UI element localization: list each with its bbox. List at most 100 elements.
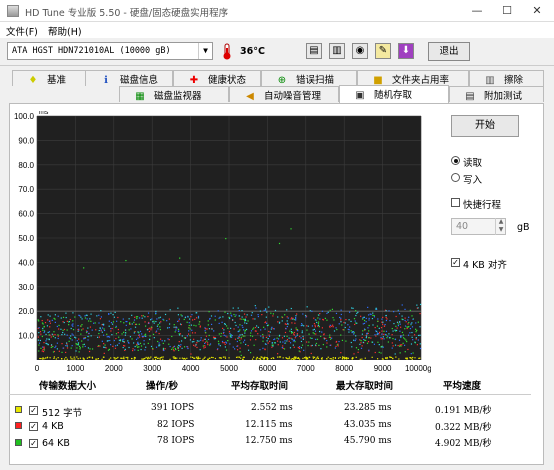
data-point (68, 340, 70, 342)
copy-screenshot-icon[interactable]: ▥ (329, 43, 345, 59)
data-point (399, 345, 401, 347)
data-point (399, 330, 401, 332)
tab-folder-usage[interactable]: ■ 文件夹占用率 (357, 70, 469, 86)
data-point (82, 328, 84, 330)
data-point (225, 238, 227, 240)
data-point (317, 323, 320, 325)
data-point (312, 356, 314, 358)
data-point (118, 339, 120, 341)
data-point (308, 333, 310, 335)
data-point (38, 327, 40, 329)
data-point (326, 312, 328, 314)
data-point (411, 358, 413, 360)
y-tick-label: 20.0 (18, 307, 34, 316)
data-point (77, 344, 79, 346)
exit-button[interactable]: 退出 (428, 42, 470, 61)
menu-help[interactable]: 帮助(H) (48, 24, 82, 38)
data-point (302, 335, 304, 337)
data-point (266, 322, 268, 324)
data-point (335, 312, 338, 315)
row-checkbox[interactable]: ✓ (29, 422, 38, 431)
data-point (236, 340, 238, 343)
data-point (258, 357, 260, 360)
align-4kb-checkbox[interactable]: ✓ (451, 258, 460, 267)
data-point (43, 331, 45, 334)
data-point (207, 342, 209, 344)
tab-error-scan[interactable]: ⊕ 错误扫描 (261, 70, 357, 86)
write-radio[interactable] (451, 173, 460, 182)
data-point (290, 328, 292, 330)
data-point (254, 318, 256, 320)
tab-disk-info[interactable]: ℹ 磁盘信息 (85, 70, 173, 86)
data-point (202, 345, 204, 347)
data-point (318, 344, 320, 346)
data-point (292, 333, 295, 335)
save-icon[interactable]: ⬇ (398, 43, 414, 59)
data-point (302, 337, 305, 339)
data-point (37, 339, 39, 341)
options-icon[interactable]: ✎ (375, 43, 391, 59)
copy-info-icon[interactable]: ▤ (306, 43, 322, 59)
data-point (70, 356, 72, 358)
data-point (157, 324, 159, 326)
data-point (43, 342, 45, 344)
data-point (88, 332, 90, 335)
data-point (48, 334, 50, 336)
header-avg-time: 平均存取时间 (231, 381, 289, 392)
start-button[interactable]: 开始 (451, 115, 519, 137)
size-spinner[interactable]: ▲ ▼ (495, 218, 506, 235)
data-point (281, 316, 283, 318)
data-point (110, 357, 112, 359)
minimize-button[interactable]: — (462, 3, 492, 19)
read-radio[interactable] (451, 156, 460, 165)
row-checkbox[interactable]: ✓ (29, 406, 38, 415)
data-point (355, 335, 357, 337)
data-point (135, 338, 138, 340)
data-point (69, 318, 71, 321)
drive-select[interactable]: ATA HGST HDN721010AL (10000 gB) ▼ (7, 42, 213, 60)
header-ops: 操作/秒 (146, 381, 178, 392)
tab-aam[interactable]: ◀ 自动噪音管理 (229, 86, 339, 102)
maximize-button[interactable]: ☐ (492, 3, 522, 19)
tab-extra-tests[interactable]: ▤ 附加测试 (449, 86, 544, 102)
data-point (153, 337, 155, 339)
x-tick-label: 2000 (105, 364, 123, 373)
tab-random-access[interactable]: ▣ 随机存取 (339, 85, 449, 103)
data-point (77, 330, 79, 332)
data-point (74, 316, 76, 318)
data-point (305, 316, 307, 318)
data-point (68, 337, 71, 339)
data-point (367, 306, 369, 308)
data-point (87, 339, 89, 341)
data-point (168, 323, 171, 325)
data-point (111, 334, 113, 336)
data-point (332, 326, 334, 328)
data-point (359, 343, 361, 345)
data-point (76, 347, 78, 349)
data-point (284, 342, 286, 344)
data-point (352, 307, 354, 309)
data-point (332, 324, 334, 326)
tab-disk-monitor[interactable]: ▦ 磁盘监视器 (119, 86, 229, 102)
data-point (47, 319, 49, 321)
data-point (402, 342, 404, 344)
data-point (203, 338, 205, 340)
data-point (237, 307, 239, 309)
data-point (290, 228, 292, 230)
row-checkbox[interactable]: ✓ (29, 439, 38, 448)
data-point (211, 356, 213, 359)
data-point (317, 317, 319, 319)
data-point (277, 321, 279, 323)
menu-file[interactable]: 文件(F) (6, 24, 38, 38)
data-point (352, 357, 354, 359)
tab-erase[interactable]: ▥ 擦除 (469, 70, 544, 86)
access-time-chart: 100.0 90.0 80.0 70.0 60.0 50.0 40.0 30.0 20.0 10.… (14, 111, 431, 373)
tab-health[interactable]: ✚ 健康状态 (173, 70, 261, 86)
camera-icon[interactable]: ◉ (352, 43, 368, 59)
data-point (328, 336, 331, 338)
data-point (193, 324, 195, 326)
close-button[interactable]: ✕ (522, 3, 552, 19)
data-point (257, 333, 259, 335)
data-point (238, 356, 241, 358)
shortstroke-checkbox[interactable] (451, 198, 460, 207)
